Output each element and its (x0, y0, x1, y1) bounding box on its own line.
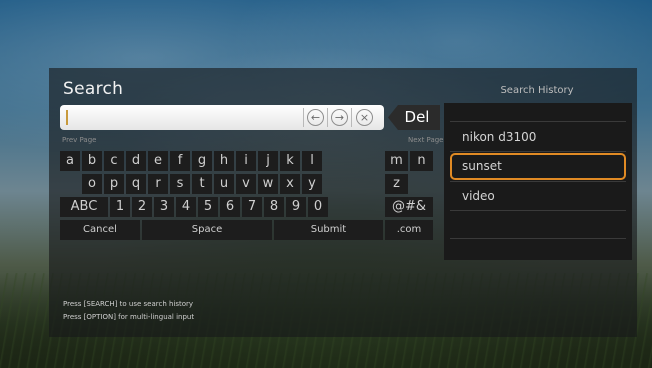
key-d[interactable]: d (126, 151, 146, 171)
key-7[interactable]: 7 (242, 197, 262, 217)
help-search-history: Press [SEARCH] to use search history (63, 300, 194, 308)
key-j[interactable]: j (258, 151, 278, 171)
key-q[interactable]: q (126, 174, 146, 194)
key-abc-mode[interactable]: ABC (60, 197, 108, 217)
key-0[interactable]: 0 (308, 197, 328, 217)
history-divider (450, 151, 626, 152)
key-s[interactable]: s (170, 174, 190, 194)
arrow-right-icon[interactable]: → (331, 109, 348, 126)
search-input[interactable]: ← → × (60, 105, 384, 130)
submit-button[interactable]: Submit (274, 220, 383, 240)
cancel-button[interactable]: Cancel (60, 220, 140, 240)
key-a[interactable]: a (60, 151, 80, 171)
history-item-nikon-d3100[interactable]: nikon d3100 (450, 124, 626, 151)
key-symbols[interactable]: @#& (385, 197, 433, 217)
key-w[interactable]: w (258, 174, 278, 194)
key-f[interactable]: f (170, 151, 190, 171)
input-divider (327, 108, 328, 127)
key-v[interactable]: v (236, 174, 256, 194)
key-b[interactable]: b (82, 151, 102, 171)
key-5[interactable]: 5 (198, 197, 218, 217)
history-divider (450, 121, 626, 122)
key-u[interactable]: u (214, 174, 234, 194)
key-c[interactable]: c (104, 151, 124, 171)
key-z[interactable]: z (385, 174, 408, 194)
dotcom-key[interactable]: .com (385, 220, 433, 240)
key-y[interactable]: y (302, 174, 322, 194)
key-t[interactable]: t (192, 174, 212, 194)
space-key[interactable]: Space (142, 220, 272, 240)
prev-page-hint: Prev Page (62, 136, 97, 144)
key-p[interactable]: p (104, 174, 124, 194)
key-i[interactable]: i (236, 151, 256, 171)
clear-icon[interactable]: × (356, 109, 373, 126)
help-multilingual: Press [OPTION] for multi-lingual input (63, 313, 195, 321)
key-e[interactable]: e (148, 151, 168, 171)
history-item-sunset[interactable]: sunset (450, 153, 626, 180)
key-9[interactable]: 9 (286, 197, 306, 217)
key-h[interactable]: h (214, 151, 234, 171)
key-r[interactable]: r (148, 174, 168, 194)
search-history-title: Search History (500, 85, 574, 96)
search-title: Search (63, 79, 124, 99)
key-1[interactable]: 1 (110, 197, 130, 217)
history-divider (450, 181, 626, 182)
key-3[interactable]: 3 (154, 197, 174, 217)
history-divider (450, 238, 626, 239)
history-divider (450, 210, 626, 211)
next-page-hint: Next Page (408, 136, 444, 144)
text-caret (66, 110, 68, 125)
key-6[interactable]: 6 (220, 197, 240, 217)
key-o[interactable]: o (82, 174, 102, 194)
key-l[interactable]: l (302, 151, 322, 171)
key-n[interactable]: n (410, 151, 433, 171)
input-divider (351, 108, 352, 127)
delete-key[interactable]: Del (388, 105, 440, 130)
key-x[interactable]: x (280, 174, 300, 194)
key-g[interactable]: g (192, 151, 212, 171)
key-m[interactable]: m (385, 151, 408, 171)
key-4[interactable]: 4 (176, 197, 196, 217)
key-2[interactable]: 2 (132, 197, 152, 217)
input-divider (303, 108, 304, 127)
key-8[interactable]: 8 (264, 197, 284, 217)
history-item-video[interactable]: video (450, 183, 626, 210)
arrow-left-icon[interactable]: ← (307, 109, 324, 126)
key-k[interactable]: k (280, 151, 300, 171)
search-history-list: nikon d3100 sunset video (444, 103, 632, 260)
